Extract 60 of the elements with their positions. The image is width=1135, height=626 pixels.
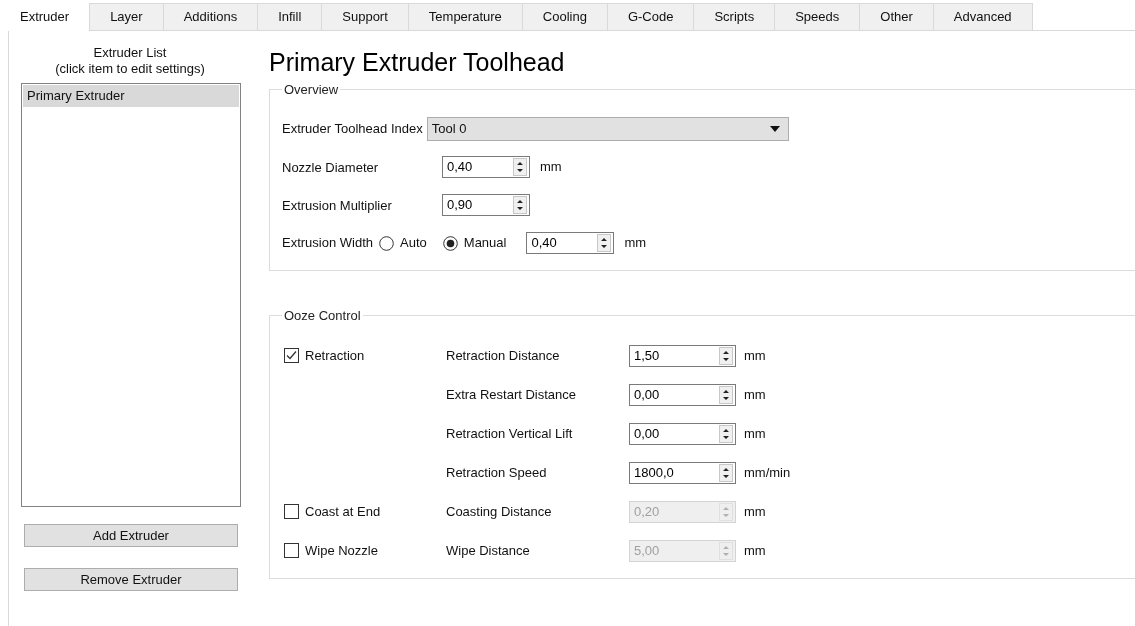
radio-label: Manual [463,234,507,253]
unit-label: mm [744,424,766,443]
field-label: Retraction Distance [446,346,561,365]
checkbox[interactable] [284,348,299,363]
tab[interactable]: Cooling [522,3,608,30]
spin-box[interactable]: 0,40 [526,232,615,254]
tab[interactable]: Temperature [408,3,523,30]
page-title: Primary Extruder Toolhead [269,47,566,77]
spin-arrows-icon[interactable] [719,463,733,482]
spin-box[interactable]: 1800,0 [629,461,736,484]
field-label: Extrusion Width [282,234,374,253]
spin-arrows-icon[interactable] [719,346,733,365]
tab[interactable]: G-Code [607,3,695,30]
tab[interactable]: Extruder [0,3,91,31]
unit-label: mm [744,346,766,365]
tab[interactable]: Support [322,3,409,30]
field-label: Coasting Distance [446,502,553,521]
unit-label: mm/min [744,463,791,482]
tab[interactable]: Layer [90,3,164,30]
spin-box[interactable]: 0,90 [442,194,530,216]
spin-arrows-icon[interactable] [719,424,733,443]
spin-arrows-icon[interactable] [513,158,527,176]
tab[interactable]: Other [860,3,934,30]
unit-label: mm [540,158,562,177]
field-label: Retraction Vertical Lift [446,424,574,443]
spin-box[interactable]: 0,00 [629,422,736,445]
checkbox-label: Wipe Nozzle [305,541,378,560]
radio-button[interactable] [379,235,395,251]
toolhead-dropdown[interactable]: Tool 0 [426,117,789,141]
tab[interactable]: Scripts [694,3,776,30]
dropdown-arrow-icon [769,126,780,132]
radio-label: Auto [400,234,427,253]
spin-box[interactable]: 0,40 [442,156,530,178]
spin-arrows-icon[interactable] [513,196,527,214]
field-label: Nozzle Diameter [282,160,379,175]
spin-box[interactable]: 1,50 [629,344,736,367]
radio-button[interactable] [442,235,458,251]
tab[interactable]: Speeds [775,3,861,30]
list-heading: Extruder List [93,45,167,61]
checkbox-label: Coast at End [305,502,381,521]
extruder-button[interactable]: Add Extruder [24,524,238,547]
field-label: Extra Restart Distance [446,385,578,404]
unit-label: mm [744,502,766,521]
tab[interactable]: Additions [163,3,259,30]
checkbox-label: Retraction [305,346,365,365]
spin-box[interactable]: 0,00 [629,383,736,406]
unit-label: mm [744,385,766,404]
unit-label: mm [744,541,766,560]
tab[interactable]: Advanced [933,3,1033,30]
extruder-button[interactable]: Remove Extruder [24,568,238,591]
field-label: Extrusion Multiplier [282,198,392,213]
spin-arrows-icon[interactable] [597,234,612,252]
field-label: Retraction Speed [446,463,548,482]
list-subheading: (click item to edit settings) [55,61,205,77]
list-item[interactable]: Primary Extruder [23,85,239,107]
field-label: Wipe Distance [446,541,531,560]
spin-arrows-icon[interactable] [719,385,733,404]
tab[interactable]: Infill [258,3,323,30]
unit-label: mm [624,234,647,253]
field-label: Extruder Toolhead Index [282,120,423,139]
